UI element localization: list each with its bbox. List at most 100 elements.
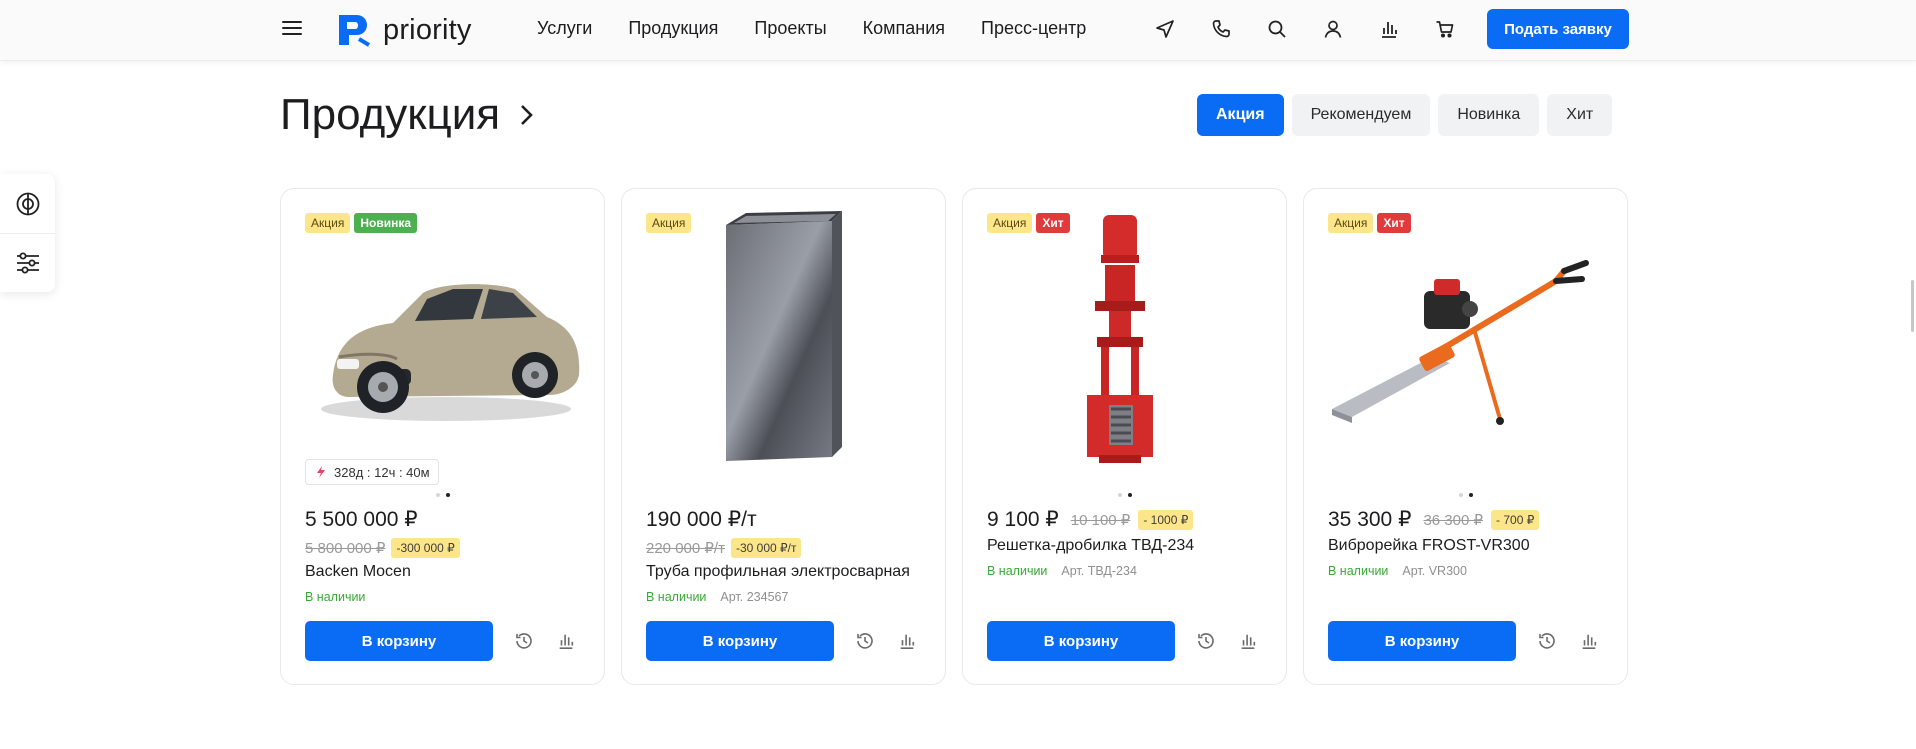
product-card[interactable]: Акция 190 000 ₽/т 220 000 ₽/т -30 000 ₽/… bbox=[621, 188, 946, 685]
stock-status: В наличии bbox=[305, 590, 366, 604]
tab-recommended[interactable]: Рекомендуем bbox=[1291, 94, 1431, 136]
stock-status: В наличии bbox=[646, 590, 707, 604]
badge-group: Акция bbox=[646, 213, 692, 233]
old-price: 220 000 ₽/т bbox=[646, 540, 725, 557]
compare-icon[interactable] bbox=[1237, 630, 1259, 652]
sale-badge: Акция bbox=[305, 213, 351, 233]
product-card[interactable]: Акция Хит 9 100 ₽ 10 100 ₽ - 1000 ₽ Реше… bbox=[962, 188, 1287, 685]
nav-item-products[interactable]: Продукция bbox=[628, 18, 718, 39]
nav-item-projects[interactable]: Проекты bbox=[754, 18, 826, 39]
article-number: Арт. ТВД-234 bbox=[1061, 564, 1137, 578]
filter-button[interactable] bbox=[0, 233, 55, 292]
pagination-dot[interactable] bbox=[435, 493, 440, 497]
accessibility-button[interactable] bbox=[0, 174, 55, 233]
product-card[interactable]: Акция Новинка 328д : 12ч : 40м 5 500 000… bbox=[280, 188, 605, 685]
product-card[interactable]: Акция Хит 35 300 ₽ 36 300 ₽ - 700 ₽ Вибр… bbox=[1303, 188, 1628, 685]
discount-badge: - 1000 ₽ bbox=[1138, 509, 1194, 530]
nav-item-company[interactable]: Компания bbox=[863, 18, 945, 39]
compare-icon[interactable] bbox=[1578, 630, 1600, 652]
submit-request-button[interactable]: Подать заявку bbox=[1487, 9, 1629, 49]
tab-new[interactable]: Новинка bbox=[1438, 94, 1540, 136]
search-icon[interactable] bbox=[1264, 16, 1290, 42]
discount-badge: - 700 ₽ bbox=[1491, 509, 1540, 530]
new-badge: Новинка bbox=[354, 213, 418, 233]
image-pagination bbox=[963, 493, 1286, 497]
sliders-icon bbox=[16, 252, 39, 274]
tab-sale[interactable]: Акция bbox=[1197, 94, 1284, 136]
logo-icon bbox=[339, 15, 371, 47]
page-title: Продукция bbox=[280, 90, 501, 139]
pagination-dot-active[interactable] bbox=[1127, 493, 1132, 497]
old-price: 36 300 ₽ bbox=[1423, 511, 1484, 529]
section-heading[interactable]: Продукция bbox=[280, 90, 534, 140]
product-image-pipe[interactable] bbox=[642, 209, 927, 474]
add-to-cart-button[interactable]: В корзину bbox=[305, 621, 493, 661]
price-row: 35 300 ₽ 36 300 ₽ - 700 ₽ bbox=[1328, 507, 1540, 532]
product-name[interactable]: Решетка-дробилка ТВД-234 bbox=[987, 537, 1194, 555]
badge-group: Акция Хит bbox=[987, 213, 1070, 233]
product-name[interactable]: Труба профильная электросварная bbox=[646, 563, 910, 581]
price-block: 190 000 ₽/т 220 000 ₽/т -30 000 ₽/т Труб… bbox=[646, 507, 910, 604]
price-block: 9 100 ₽ 10 100 ₽ - 1000 ₽ Решетка-дробил… bbox=[987, 507, 1194, 578]
product-name[interactable]: Виброрейка FROST-VR300 bbox=[1328, 537, 1539, 555]
history-icon[interactable] bbox=[854, 630, 876, 652]
product-name[interactable]: Backen Mocen bbox=[305, 563, 460, 581]
badge-group: Акция Хит bbox=[1328, 213, 1411, 233]
side-panel bbox=[0, 174, 55, 292]
user-icon[interactable] bbox=[1320, 16, 1346, 42]
compare-icon[interactable] bbox=[555, 630, 577, 652]
price: 35 300 ₽ bbox=[1328, 508, 1412, 531]
logo[interactable]: priority bbox=[335, 10, 472, 50]
pagination-dot-active[interactable] bbox=[1468, 493, 1473, 497]
site-header: priority Услуги Продукция Проекты Компан… bbox=[0, 0, 1916, 61]
product-image-crusher[interactable] bbox=[983, 209, 1268, 474]
phone-icon[interactable] bbox=[1208, 16, 1234, 42]
price-block: 35 300 ₽ 36 300 ₽ - 700 ₽ Виброрейка FRO… bbox=[1328, 507, 1540, 578]
nav-item-services[interactable]: Услуги bbox=[537, 18, 592, 39]
article-number: Арт. 234567 bbox=[720, 590, 789, 604]
compare-icon[interactable] bbox=[1376, 16, 1402, 42]
timer-text: 328д : 12ч : 40м bbox=[334, 464, 430, 480]
tab-hit[interactable]: Хит bbox=[1547, 94, 1613, 136]
stock-status: В наличии bbox=[1328, 564, 1389, 578]
header-icons bbox=[1152, 16, 1458, 42]
history-icon[interactable] bbox=[1536, 630, 1558, 652]
pagination-dot[interactable] bbox=[1458, 493, 1463, 497]
scrollbar-thumb[interactable] bbox=[1911, 280, 1914, 332]
nav-item-press[interactable]: Пресс-центр bbox=[981, 18, 1086, 39]
send-icon[interactable] bbox=[1152, 16, 1178, 42]
add-to-cart-button[interactable]: В корзину bbox=[987, 621, 1175, 661]
badge-group: Акция Новинка bbox=[305, 213, 418, 233]
pagination-dot-active[interactable] bbox=[445, 493, 450, 497]
menu-icon[interactable] bbox=[282, 18, 302, 38]
add-to-cart-button[interactable]: В корзину bbox=[1328, 621, 1516, 661]
product-image-car[interactable] bbox=[301, 209, 586, 474]
price-row: 9 100 ₽ 10 100 ₽ - 1000 ₽ bbox=[987, 507, 1194, 532]
price: 5 500 000 ₽ bbox=[305, 508, 418, 531]
price: 9 100 ₽ bbox=[987, 508, 1059, 531]
old-price: 10 100 ₽ bbox=[1070, 511, 1131, 529]
price-block: 5 500 000 ₽ 5 800 000 ₽ -300 000 ₽ Backe… bbox=[305, 507, 460, 604]
cart-icon[interactable] bbox=[1432, 16, 1458, 42]
hit-badge: Хит bbox=[1036, 213, 1070, 233]
sale-badge: Акция bbox=[646, 213, 692, 233]
stock-status: В наличии bbox=[987, 564, 1048, 578]
add-to-cart-button[interactable]: В корзину bbox=[646, 621, 834, 661]
sale-badge: Акция bbox=[987, 213, 1033, 233]
main-nav: Услуги Продукция Проекты Компания Пресс-… bbox=[537, 18, 1086, 39]
pagination-dot[interactable] bbox=[1117, 493, 1122, 497]
compare-icon[interactable] bbox=[896, 630, 918, 652]
history-icon[interactable] bbox=[513, 630, 535, 652]
history-icon[interactable] bbox=[1195, 630, 1217, 652]
lightning-icon bbox=[317, 466, 325, 478]
image-pagination bbox=[281, 493, 604, 497]
sale-badge: Акция bbox=[1328, 213, 1374, 233]
chevron-right-icon bbox=[521, 105, 533, 125]
discount-badge: -300 000 ₽ bbox=[391, 538, 460, 558]
filter-tabs: Акция Рекомендуем Новинка Хит bbox=[1197, 94, 1613, 136]
contrast-icon bbox=[16, 192, 39, 215]
image-pagination bbox=[1304, 493, 1627, 497]
product-image-screed[interactable] bbox=[1324, 209, 1609, 474]
price: 190 000 ₽/т bbox=[646, 508, 757, 531]
old-price: 5 800 000 ₽ bbox=[305, 540, 386, 557]
